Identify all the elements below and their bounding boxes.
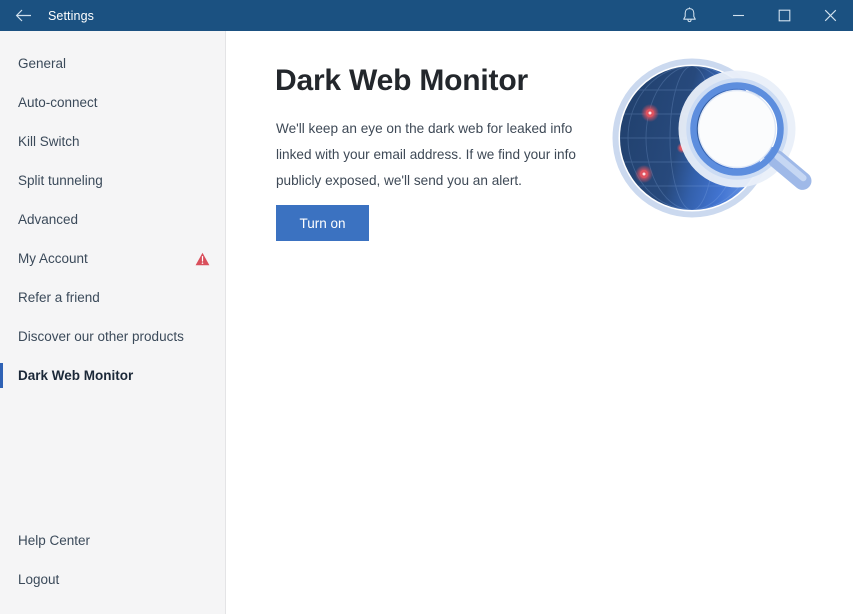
window-title: Settings <box>48 8 94 23</box>
sidebar-item-label: Kill Switch <box>18 133 80 149</box>
sidebar: General Auto-connect Kill Switch Split t… <box>0 31 226 614</box>
sidebar-item-label: General <box>18 55 67 71</box>
sidebar-item-label: My Account <box>18 250 88 266</box>
notifications-button[interactable] <box>663 0 715 31</box>
turn-on-button[interactable]: Turn on <box>276 205 369 241</box>
maximize-button[interactable] <box>761 0 807 31</box>
sidebar-item-general[interactable]: General <box>0 44 226 83</box>
sidebar-item-kill-switch[interactable]: Kill Switch <box>0 122 226 161</box>
sidebar-item-label: Advanced <box>18 211 79 227</box>
minimize-button[interactable] <box>715 0 761 31</box>
main-content: Dark Web Monitor We'll keep an eye on th… <box>227 31 853 614</box>
sidebar-item-discover-our-other-products[interactable]: Discover our other products <box>0 317 226 356</box>
page-title: Dark Web Monitor <box>275 64 528 97</box>
sidebar-item-refer-a-friend[interactable]: Refer a friend <box>0 278 226 317</box>
bell-icon <box>682 7 697 24</box>
sidebar-item-label: Help Center <box>18 532 91 548</box>
sidebar-item-label: Discover our other products <box>18 328 184 344</box>
warning-triangle-icon <box>195 252 210 266</box>
sidebar-item-my-account[interactable]: My Account <box>0 239 226 278</box>
back-arrow-icon <box>15 9 32 22</box>
sidebar-item-label: Split tunneling <box>18 172 103 188</box>
minimize-icon <box>732 9 745 22</box>
dark-web-globe-magnifier-illustration <box>610 56 830 221</box>
sidebar-item-advanced[interactable]: Advanced <box>0 200 226 239</box>
sidebar-nav-footer: Help Center Logout <box>0 521 226 599</box>
sidebar-item-label: Logout <box>18 571 60 587</box>
sidebar-item-dark-web-monitor[interactable]: Dark Web Monitor <box>0 356 226 395</box>
maximize-icon <box>778 9 791 22</box>
sidebar-nav-primary: General Auto-connect Kill Switch Split t… <box>0 44 226 395</box>
sidebar-item-help-center[interactable]: Help Center <box>0 521 226 560</box>
page-description: We'll keep an eye on the dark web for le… <box>276 121 576 188</box>
sidebar-item-label: Dark Web Monitor <box>18 367 134 383</box>
sidebar-item-logout[interactable]: Logout <box>0 560 226 599</box>
sidebar-item-auto-connect[interactable]: Auto-connect <box>0 83 226 122</box>
sidebar-item-label: Auto-connect <box>18 94 98 110</box>
titlebar: Settings <box>0 0 853 31</box>
sidebar-item-label: Refer a friend <box>18 289 100 305</box>
close-icon <box>824 9 837 22</box>
back-button[interactable] <box>0 0 46 31</box>
sidebar-item-split-tunneling[interactable]: Split tunneling <box>0 161 226 200</box>
close-button[interactable] <box>807 0 853 31</box>
